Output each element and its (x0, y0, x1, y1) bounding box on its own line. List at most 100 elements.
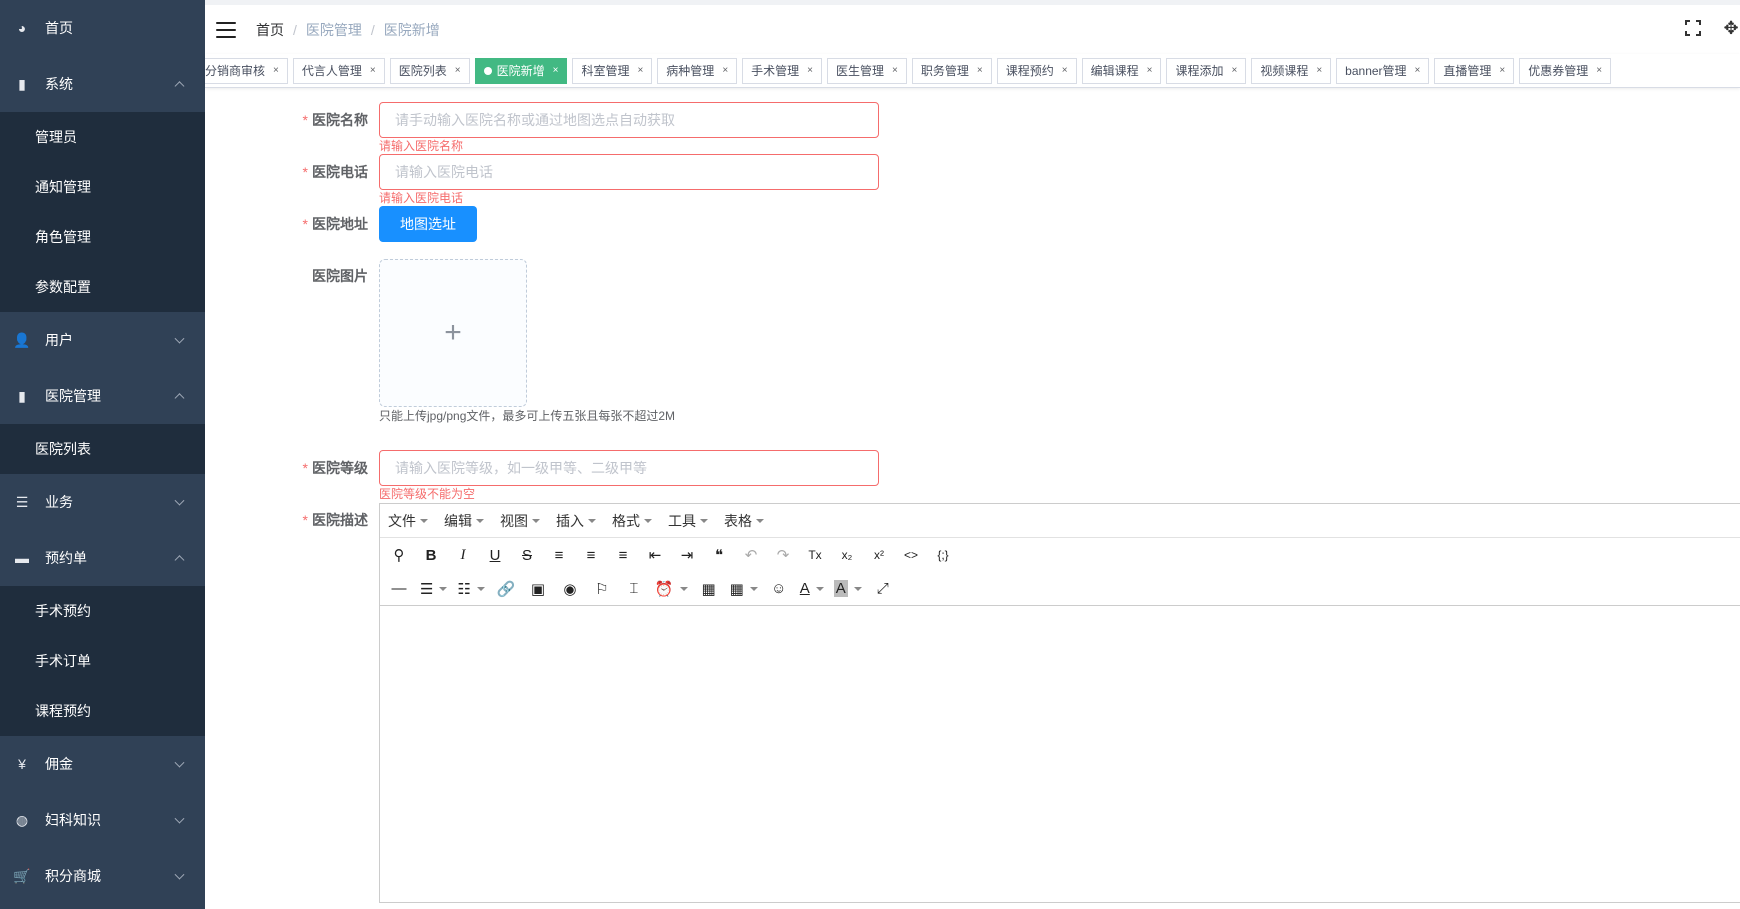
sidebar-subitem[interactable]: 医院列表 (0, 424, 205, 474)
tag-13[interactable]: banner管理 × (1336, 58, 1430, 84)
tag-15[interactable]: 优惠券管理 × (1519, 58, 1612, 84)
editor-menu-6[interactable]: 表格 (724, 511, 764, 531)
underline-icon[interactable]: U (482, 542, 508, 568)
close-icon[interactable]: × (1596, 59, 1602, 83)
tag-8[interactable]: 职务管理 × (911, 58, 992, 84)
editor-menu-5[interactable]: 工具 (668, 511, 708, 531)
redo-icon[interactable]: ↷ (770, 542, 796, 568)
close-icon[interactable]: × (370, 59, 376, 83)
sidebar-item-6[interactable]: ¥ 佣金 (0, 736, 205, 792)
table-icon[interactable]: ▦ (728, 576, 760, 602)
background-color-icon[interactable]: A (832, 576, 864, 602)
map-select-button[interactable]: 地图选址 (379, 206, 477, 242)
sidebar-subitem[interactable]: 参数配置 (0, 262, 205, 312)
emoji-icon[interactable]: ☺ (766, 576, 792, 602)
sidebar-item-4[interactable]: ☰ 业务 (0, 474, 205, 530)
align-center-icon[interactable]: ≡ (578, 542, 604, 568)
preview-icon[interactable]: ◉ (557, 576, 583, 602)
code-icon[interactable]: <> (898, 542, 924, 568)
tag-1[interactable]: 代言人管理 × (292, 58, 385, 84)
bold-icon[interactable]: B (418, 542, 444, 568)
undo-icon[interactable]: ↶ (738, 542, 764, 568)
code-block-icon[interactable]: {;} (930, 542, 956, 568)
sidebar-subitem[interactable]: 通知管理 (0, 162, 205, 212)
editor-menu-2[interactable]: 视图 (500, 511, 540, 531)
hospital-name-input[interactable] (379, 102, 879, 138)
image-icon[interactable]: ▣ (525, 576, 551, 602)
sidebar-subitem[interactable]: 手术订单 (0, 636, 205, 686)
sidebar-item-5[interactable]: ▬ 预约单 (0, 530, 205, 586)
hospital-phone-input[interactable] (379, 154, 879, 190)
blockquote-icon[interactable]: ❝ (706, 542, 732, 568)
bullet-list-icon[interactable]: ☰ (418, 576, 449, 602)
close-icon[interactable]: × (1415, 59, 1421, 83)
sidebar-item-0[interactable]: ◕ 首页 (0, 0, 205, 56)
close-icon[interactable]: × (1316, 59, 1322, 83)
hamburger-menu-icon[interactable] (216, 21, 236, 38)
breadcrumb-home[interactable]: 首页 (256, 20, 284, 40)
close-icon[interactable]: × (637, 59, 643, 83)
move-arrows-icon[interactable]: ✥ (1722, 19, 1740, 37)
tag-6[interactable]: 手术管理 × (742, 58, 823, 84)
date-time-icon[interactable]: ⏰ (653, 576, 690, 602)
editor-menu-3[interactable]: 插入 (556, 511, 596, 531)
sidebar-subitem[interactable]: 角色管理 (0, 212, 205, 262)
tag-12[interactable]: 视频课程 × (1251, 58, 1332, 84)
subscript-icon[interactable]: x₂ (834, 542, 860, 568)
fullscreen-icon[interactable] (1684, 19, 1702, 37)
sidebar-subitem[interactable]: 课程预约 (0, 686, 205, 736)
close-icon[interactable]: × (892, 59, 898, 83)
strikethrough-icon[interactable]: S (514, 542, 540, 568)
fullscreen-icon[interactable]: ⤢ (870, 576, 896, 602)
outdent-icon[interactable]: ⇤ (642, 542, 668, 568)
horizontal-rule-icon[interactable]: — (386, 576, 412, 602)
close-icon[interactable]: × (273, 59, 279, 83)
superscript-icon[interactable]: x² (866, 542, 892, 568)
page-break-icon[interactable]: ⌶ (621, 576, 647, 602)
italic-icon[interactable]: I (450, 542, 476, 568)
sidebar-item-3[interactable]: ▮ 医院管理 (0, 368, 205, 424)
editor-content-area[interactable] (380, 606, 1740, 906)
numbered-list-icon[interactable]: ☷ (455, 576, 486, 602)
tag-0[interactable]: 分销商审核 × (205, 58, 288, 84)
editor-menu-0[interactable]: 文件 (388, 511, 428, 531)
link-icon[interactable]: 🔗 (493, 576, 519, 602)
close-icon[interactable]: × (1231, 59, 1237, 83)
tag-3[interactable]: 医院新增 × (474, 58, 568, 84)
align-right-icon[interactable]: ≡ (610, 542, 636, 568)
hospital-level-input[interactable] (379, 450, 879, 486)
tag-11[interactable]: 课程添加 × (1166, 58, 1247, 84)
close-icon[interactable]: × (807, 59, 813, 83)
tag-5[interactable]: 病种管理 × (657, 58, 738, 84)
sidebar-subitem[interactable]: 管理员 (0, 112, 205, 162)
text-color-icon[interactable]: A (798, 576, 826, 602)
caret-down-icon (476, 518, 484, 523)
image-upload[interactable]: + (379, 259, 527, 407)
close-icon[interactable]: × (1499, 59, 1505, 83)
tag-9[interactable]: 课程预约 × (996, 58, 1077, 84)
close-icon[interactable]: × (553, 59, 559, 83)
editor-menu-1[interactable]: 编辑 (444, 511, 484, 531)
clear-format-icon[interactable]: Tx (802, 542, 828, 568)
tag-7[interactable]: 医生管理 × (827, 58, 907, 84)
editor-menu-4[interactable]: 格式 (612, 511, 652, 531)
sidebar-item-1[interactable]: ▮ 系统 (0, 56, 205, 112)
align-left-icon[interactable]: ≡ (546, 542, 572, 568)
sidebar-subitem[interactable]: 手术预约 (0, 586, 205, 636)
sidebar-item-2[interactable]: 👤 用户 (0, 312, 205, 368)
media-icon[interactable]: ▦ (696, 576, 722, 602)
tag-4[interactable]: 科室管理 × (572, 58, 653, 84)
sidebar-item-7[interactable]: ◍ 妇科知识 (0, 792, 205, 848)
tag-14[interactable]: 直播管理 × (1434, 58, 1515, 84)
close-icon[interactable]: × (455, 59, 461, 83)
close-icon[interactable]: × (977, 59, 983, 83)
tag-10[interactable]: 编辑课程 × (1081, 58, 1162, 84)
sidebar-item-8[interactable]: 🛒 积分商城 (0, 848, 205, 904)
tag-2[interactable]: 医院列表 × (389, 58, 470, 84)
find-replace-icon[interactable]: ⚲ (386, 542, 412, 568)
close-icon[interactable]: × (1147, 59, 1153, 83)
bookmark-icon[interactable]: ⚐ (589, 576, 615, 602)
close-icon[interactable]: × (1062, 59, 1068, 83)
close-icon[interactable]: × (722, 59, 728, 83)
indent-icon[interactable]: ⇥ (674, 542, 700, 568)
